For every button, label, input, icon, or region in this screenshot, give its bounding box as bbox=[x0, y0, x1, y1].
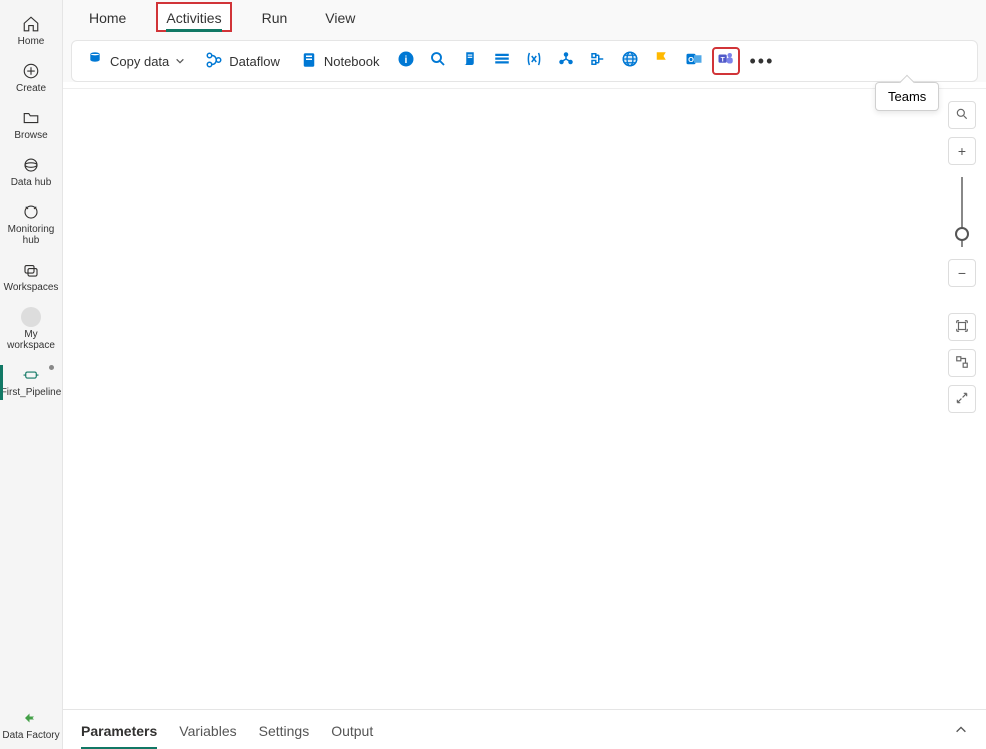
zoom-out-button[interactable]: − bbox=[948, 259, 976, 287]
sidebar-item-home[interactable]: Home bbox=[0, 8, 62, 55]
sidebar-item-label: First_Pipeline bbox=[1, 387, 62, 398]
notebook-button[interactable]: Notebook bbox=[292, 47, 388, 76]
flag-icon bbox=[653, 50, 671, 73]
info-icon: i bbox=[397, 50, 415, 73]
canvas-tools: + − bbox=[948, 101, 976, 413]
globe-ring-icon bbox=[21, 155, 41, 175]
tab-run[interactable]: Run bbox=[254, 4, 296, 30]
sidebar-item-browse[interactable]: Browse bbox=[0, 102, 62, 149]
tab-output[interactable]: Output bbox=[331, 717, 373, 743]
info-button[interactable]: i bbox=[392, 47, 420, 75]
sidebar-item-label: Create bbox=[16, 83, 46, 94]
workspaces-icon bbox=[21, 260, 41, 280]
sidebar-item-label: Monitoring hub bbox=[0, 224, 62, 246]
layout-icon bbox=[955, 355, 969, 372]
sidebar-item-datahub[interactable]: Data hub bbox=[0, 149, 62, 196]
web-button[interactable] bbox=[616, 47, 644, 75]
sidebar-item-monitoring[interactable]: Monitoring hub bbox=[0, 196, 62, 254]
minus-icon: − bbox=[958, 265, 966, 281]
dataflow-label: Dataflow bbox=[229, 54, 280, 69]
activities-toolbar: Copy data Dataflow Notebook i bbox=[71, 40, 978, 82]
top-tabs: Home Activities Run View bbox=[63, 0, 986, 34]
sidebar-item-label: Data Factory bbox=[2, 730, 59, 741]
plus-circle-icon bbox=[21, 61, 41, 81]
fit-button[interactable] bbox=[948, 313, 976, 341]
script-icon bbox=[461, 50, 479, 73]
home-icon bbox=[21, 14, 41, 34]
globe-icon bbox=[621, 50, 639, 73]
main-area: Home Activities Run View Copy data Dataf… bbox=[63, 0, 986, 749]
left-sidebar: Home Create Browse Data hub Monitoring h… bbox=[0, 0, 63, 749]
outlook-icon: O bbox=[685, 50, 703, 73]
teams-button[interactable]: T bbox=[712, 47, 740, 75]
search-icon bbox=[955, 107, 969, 124]
avatar-icon bbox=[21, 307, 41, 327]
variable-icon bbox=[525, 50, 543, 73]
pipeline-icon bbox=[21, 365, 41, 385]
sidebar-item-label: Browse bbox=[14, 130, 47, 141]
expand-panel-button[interactable] bbox=[954, 723, 968, 737]
copy-data-icon bbox=[86, 51, 104, 72]
kql-button[interactable] bbox=[648, 47, 676, 75]
tab-home[interactable]: Home bbox=[81, 4, 134, 30]
more-button[interactable]: ••• bbox=[744, 51, 781, 72]
chevron-down-icon bbox=[175, 56, 185, 66]
collapse-button[interactable] bbox=[948, 385, 976, 413]
sidebar-item-label: Home bbox=[18, 36, 45, 47]
plus-icon: + bbox=[958, 143, 966, 159]
svg-text:i: i bbox=[404, 53, 407, 65]
fit-icon bbox=[955, 319, 969, 336]
notebook-label: Notebook bbox=[324, 54, 380, 69]
zoom-in-button[interactable]: + bbox=[948, 137, 976, 165]
dataflow-button[interactable]: Dataflow bbox=[197, 47, 288, 76]
sidebar-item-label: Data hub bbox=[11, 177, 52, 188]
list-icon bbox=[493, 50, 511, 73]
functions-button[interactable] bbox=[584, 47, 612, 75]
sidebar-item-create[interactable]: Create bbox=[0, 55, 62, 102]
search-icon bbox=[429, 50, 447, 73]
monitor-icon bbox=[21, 202, 41, 222]
script-button[interactable] bbox=[456, 47, 484, 75]
ml-button[interactable] bbox=[552, 47, 580, 75]
copy-data-button[interactable]: Copy data bbox=[78, 47, 193, 76]
copy-data-label: Copy data bbox=[110, 54, 169, 69]
tab-parameters[interactable]: Parameters bbox=[81, 717, 157, 743]
variable-button[interactable] bbox=[520, 47, 548, 75]
ml-icon bbox=[557, 50, 575, 73]
sidebar-item-label: Workspaces bbox=[4, 282, 59, 293]
canvas-search-button[interactable] bbox=[948, 101, 976, 129]
functions-icon bbox=[589, 50, 607, 73]
folder-icon bbox=[21, 108, 41, 128]
collapse-icon bbox=[955, 391, 969, 408]
dataflow-icon bbox=[205, 51, 223, 72]
outlook-button[interactable]: O bbox=[680, 47, 708, 75]
unsaved-indicator-icon bbox=[49, 365, 54, 370]
sidebar-item-workspaces[interactable]: Workspaces bbox=[0, 254, 62, 301]
sidebar-item-pipeline[interactable]: First_Pipeline bbox=[0, 359, 62, 406]
tab-variables[interactable]: Variables bbox=[179, 717, 236, 743]
svg-text:O: O bbox=[688, 55, 694, 64]
datafactory-icon bbox=[21, 708, 41, 728]
tab-view[interactable]: View bbox=[317, 4, 363, 30]
sidebar-item-myworkspace[interactable]: My workspace bbox=[0, 301, 62, 359]
stored-proc-button[interactable] bbox=[488, 47, 516, 75]
bottom-tabs: Parameters Variables Settings Output bbox=[63, 709, 986, 749]
tab-settings[interactable]: Settings bbox=[259, 717, 310, 743]
zoom-thumb[interactable] bbox=[955, 227, 969, 241]
sidebar-item-label: My workspace bbox=[0, 329, 62, 351]
zoom-slider[interactable] bbox=[961, 177, 963, 247]
tab-activities[interactable]: Activities bbox=[156, 2, 231, 32]
tooltip-teams: Teams bbox=[875, 82, 939, 111]
autolayout-button[interactable] bbox=[948, 349, 976, 377]
more-icon: ••• bbox=[750, 51, 775, 71]
lookup-button[interactable] bbox=[424, 47, 452, 75]
teams-icon: T bbox=[717, 50, 735, 73]
notebook-icon bbox=[300, 51, 318, 72]
pipeline-canvas[interactable]: + − bbox=[63, 88, 986, 709]
sidebar-item-datafactory[interactable]: Data Factory bbox=[0, 702, 62, 749]
